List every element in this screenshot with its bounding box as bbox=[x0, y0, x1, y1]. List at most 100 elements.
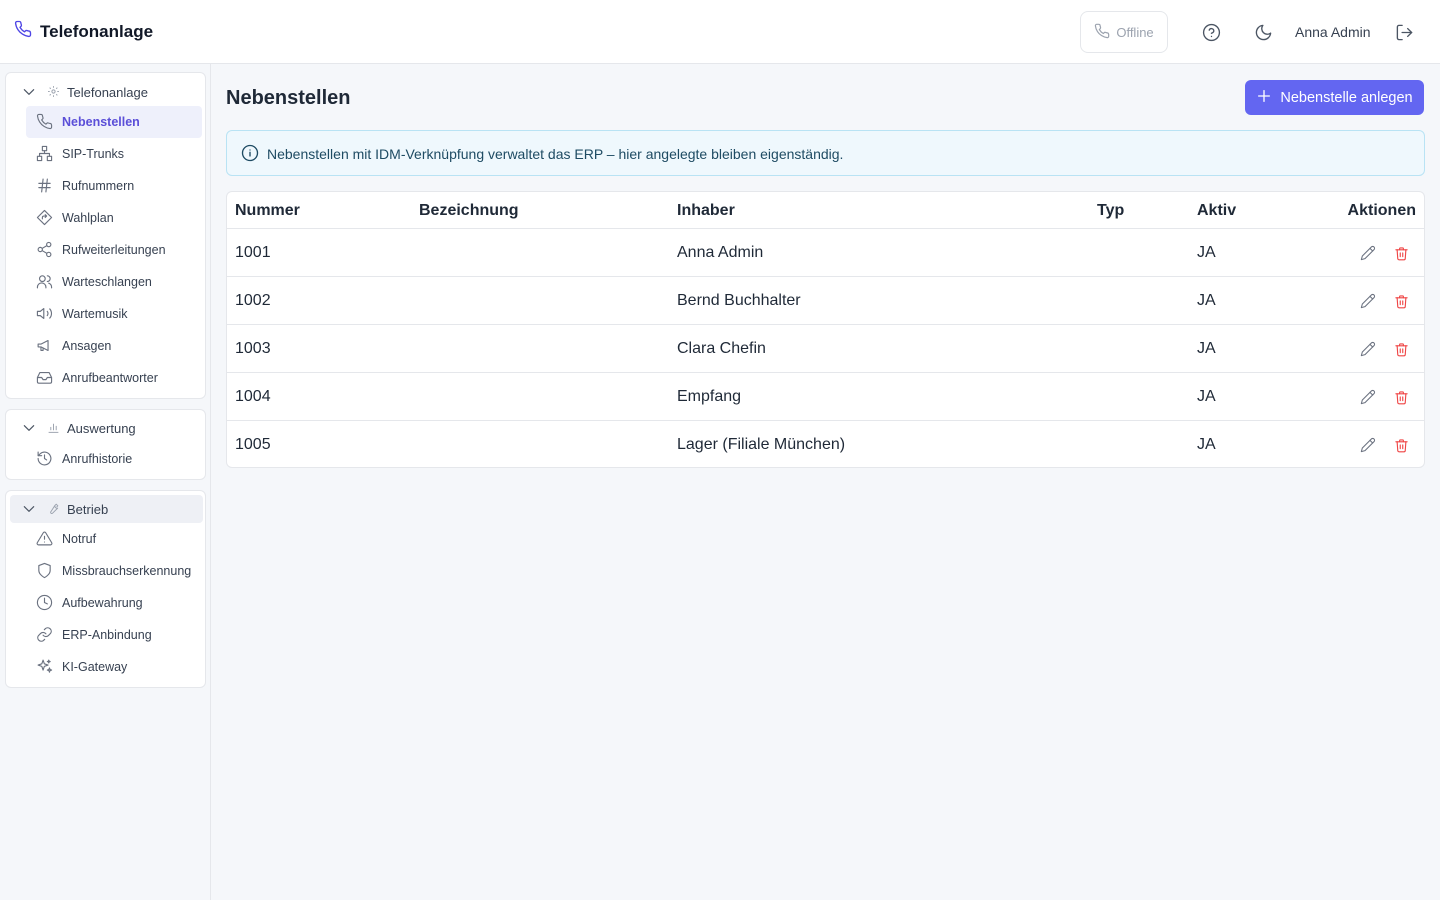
info-icon bbox=[241, 144, 259, 167]
sidebar-item-ansagen[interactable]: Ansagen bbox=[26, 330, 202, 362]
link-icon bbox=[36, 626, 53, 648]
moon-icon[interactable] bbox=[1251, 20, 1275, 44]
info-banner: Nebenstellen mit IDM-Verknüpfung verwalt… bbox=[226, 130, 1425, 176]
chevron-down-icon bbox=[22, 421, 36, 440]
history-icon bbox=[36, 450, 53, 472]
column-header-bezeichnung[interactable]: Bezeichnung bbox=[419, 202, 519, 220]
table-row[interactable]: 1001 Anna Admin JA bbox=[227, 229, 1424, 277]
cell-inhaber: Anna Admin bbox=[677, 244, 764, 261]
sidebar-item-label: Warteschlangen bbox=[62, 275, 152, 289]
sidebar-item-label: Rufnummern bbox=[62, 179, 135, 193]
column-header-nummer[interactable]: Nummer bbox=[235, 202, 300, 220]
group-toggle-auswertung[interactable]: Auswertung bbox=[10, 414, 203, 442]
cell-nummer: 1002 bbox=[235, 292, 271, 309]
sidebar-item-aufbewahrung[interactable]: Aufbewahrung bbox=[26, 587, 202, 619]
column-header-aktiv[interactable]: Aktiv bbox=[1197, 202, 1236, 220]
chevron-down-icon bbox=[22, 502, 36, 521]
phone-icon bbox=[1094, 23, 1110, 42]
cell-nummer: 1001 bbox=[235, 244, 271, 261]
edit-icon[interactable] bbox=[1358, 291, 1378, 311]
delete-icon[interactable] bbox=[1391, 243, 1411, 263]
sidebar-item-sip-trunks[interactable]: SIP-Trunks bbox=[26, 138, 202, 170]
sidebar-item-rufweiterleitungen[interactable]: Rufweiterleitungen bbox=[26, 234, 202, 266]
chart-icon bbox=[47, 421, 60, 439]
cell-inhaber: Empfang bbox=[677, 388, 742, 405]
cell-aktiv: JA bbox=[1197, 436, 1216, 453]
cell-aktiv: JA bbox=[1197, 292, 1216, 309]
sidebar-item-label: Anrufbeantworter bbox=[62, 371, 158, 385]
warning-icon bbox=[36, 530, 53, 552]
connection-status-button[interactable]: Offline bbox=[1080, 11, 1168, 53]
sidebar-item-wartemusik[interactable]: Wartemusik bbox=[26, 298, 202, 330]
group-toggle-betrieb[interactable]: Betrieb bbox=[10, 495, 203, 523]
table-row[interactable]: 1004 Empfang JA bbox=[227, 373, 1424, 421]
route-icon bbox=[36, 209, 53, 231]
edit-icon[interactable] bbox=[1358, 339, 1378, 359]
cell-aktiv: JA bbox=[1197, 388, 1216, 405]
sidebar-item-notruf[interactable]: Notruf bbox=[26, 523, 202, 555]
logout-icon[interactable] bbox=[1392, 20, 1416, 44]
network-icon bbox=[36, 145, 53, 167]
sidebar-item-label: Wahlplan bbox=[62, 211, 114, 225]
cell-nummer: 1004 bbox=[235, 388, 271, 405]
sidebar-item-label: ERP-Anbindung bbox=[62, 628, 152, 642]
sidebar-item-warteschlangen[interactable]: Warteschlangen bbox=[26, 266, 202, 298]
sidebar-item-label: Ansagen bbox=[62, 339, 112, 353]
table-row[interactable]: 1003 Clara Chefin JA bbox=[227, 325, 1424, 373]
delete-icon[interactable] bbox=[1391, 339, 1411, 359]
app-title: Telefonanlage bbox=[40, 21, 154, 41]
info-text: Nebenstellen mit IDM-Verknüpfung verwalt… bbox=[267, 146, 844, 162]
sidebar-item-label: SIP-Trunks bbox=[62, 147, 125, 161]
edit-icon[interactable] bbox=[1358, 387, 1378, 407]
column-header-inhaber[interactable]: Inhaber bbox=[677, 202, 735, 220]
sidebar-item-missbrauchserkennung[interactable]: Missbrauchserkennung bbox=[26, 555, 202, 587]
sidebar: Telefonanlage Nebenstellen SIP-Trunks Ru… bbox=[0, 64, 211, 900]
sidebar-item-rufnummern[interactable]: Rufnummern bbox=[26, 170, 202, 202]
delete-icon[interactable] bbox=[1391, 291, 1411, 311]
cell-aktiv: JA bbox=[1197, 244, 1216, 261]
plus-icon bbox=[1256, 88, 1272, 108]
nav-group-telefonanlage: Telefonanlage Nebenstellen SIP-Trunks Ru… bbox=[5, 72, 206, 399]
user-name[interactable]: Anna Admin bbox=[1295, 24, 1371, 40]
group-label: Auswertung bbox=[67, 421, 136, 436]
sidebar-item-anrufhistorie[interactable]: Anrufhistorie bbox=[26, 443, 202, 475]
add-extension-button[interactable]: Nebenstelle anlegen bbox=[1245, 80, 1424, 115]
sidebar-item-wahlplan[interactable]: Wahlplan bbox=[26, 202, 202, 234]
brand[interactable]: Telefonanlage bbox=[14, 20, 153, 43]
inbox-icon bbox=[36, 369, 53, 391]
table-row[interactable]: 1005 Lager (Filiale München) JA bbox=[227, 421, 1424, 467]
cell-nummer: 1003 bbox=[235, 340, 271, 357]
sidebar-item-label: Missbrauchserkennung bbox=[62, 564, 192, 578]
cell-nummer: 1005 bbox=[235, 436, 271, 453]
edit-icon[interactable] bbox=[1358, 243, 1378, 263]
megaphone-icon bbox=[36, 337, 53, 359]
help-icon[interactable] bbox=[1199, 20, 1223, 44]
group-label: Betrieb bbox=[67, 502, 109, 517]
delete-icon[interactable] bbox=[1391, 435, 1411, 455]
sparkles-icon bbox=[36, 658, 53, 680]
table-row[interactable]: 1002 Bernd Buchhalter JA bbox=[227, 277, 1424, 325]
phone-icon bbox=[36, 113, 53, 135]
chevron-down-icon bbox=[22, 85, 36, 104]
sidebar-item-ki-gateway[interactable]: KI-Gateway bbox=[26, 651, 202, 683]
sidebar-item-erp-anbindung[interactable]: ERP-Anbindung bbox=[26, 619, 202, 651]
column-header-typ[interactable]: Typ bbox=[1097, 202, 1124, 220]
speaker-icon bbox=[36, 305, 53, 327]
shield-icon bbox=[36, 562, 53, 584]
sidebar-item-anrufbeantworter[interactable]: Anrufbeantworter bbox=[26, 362, 202, 394]
phone-icon bbox=[14, 20, 32, 43]
nav-group-auswertung: Auswertung Anrufhistorie bbox=[5, 409, 206, 480]
sidebar-item-nebenstellen[interactable]: Nebenstellen bbox=[26, 106, 202, 138]
cell-inhaber: Clara Chefin bbox=[677, 340, 766, 357]
delete-icon[interactable] bbox=[1391, 387, 1411, 407]
gear-icon bbox=[47, 85, 60, 103]
nav-group-betrieb: Betrieb Notruf Missbrauchserkennung Aufb… bbox=[5, 490, 206, 688]
sidebar-item-label: KI-Gateway bbox=[62, 660, 128, 674]
column-header-aktionen: Aktionen bbox=[1347, 202, 1416, 219]
cell-inhaber: Lager (Filiale München) bbox=[677, 436, 846, 453]
group-toggle-telefonanlage[interactable]: Telefonanlage bbox=[10, 78, 203, 106]
users-icon bbox=[36, 273, 53, 295]
hash-icon bbox=[36, 177, 53, 199]
edit-icon[interactable] bbox=[1358, 435, 1378, 455]
extensions-table: Nummer Bezeichnung Inhaber Typ Aktiv Akt… bbox=[226, 191, 1425, 468]
